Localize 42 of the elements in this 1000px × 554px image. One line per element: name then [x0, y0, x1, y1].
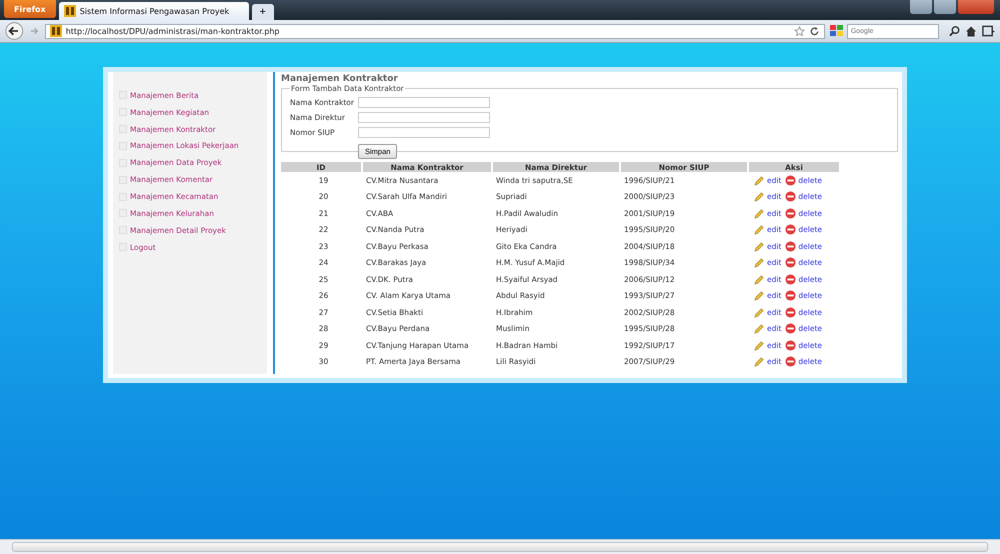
pencil-icon [754, 224, 765, 236]
delete-icon [785, 224, 796, 236]
forward-icon[interactable] [28, 25, 40, 37]
delete-icon [785, 323, 796, 334]
delete-icon [785, 191, 796, 202]
delete-icon [785, 306, 796, 318]
address-bar[interactable]: http://localhost/DPU/administrasi/man-kontraktor.php [44, 24, 825, 38]
delete-icon [785, 356, 796, 368]
pencil-icon [754, 323, 765, 334]
delete-icon [785, 257, 796, 268]
pencil-icon [754, 208, 765, 219]
pencil-icon [754, 240, 765, 252]
pencil-icon [754, 274, 765, 285]
input-field[interactable] [358, 127, 490, 138]
browser-tab[interactable]: Sistem Informasi Pengawasan Proyek [58, 2, 249, 20]
input-field[interactable] [358, 97, 490, 108]
page-title: Manajemen Kontraktor [281, 74, 399, 84]
input-field[interactable] [358, 112, 490, 123]
delete-icon [785, 274, 796, 285]
pencil-icon [754, 191, 765, 202]
delete-icon [785, 290, 796, 302]
pencil-icon [754, 257, 765, 268]
search-icon[interactable] [948, 25, 960, 37]
pencil-icon [754, 356, 765, 368]
reload-icon[interactable] [808, 26, 820, 36]
search-engine-icon [830, 25, 844, 37]
star-icon[interactable] [794, 26, 805, 36]
home-icon[interactable] [964, 24, 978, 38]
pencil-icon [754, 340, 765, 351]
pencil-icon [754, 306, 765, 318]
toolbar-icon[interactable] [982, 25, 996, 37]
horizontal-scrollbar[interactable] [0, 539, 1000, 554]
delete-icon [785, 208, 796, 219]
delete-icon [785, 340, 796, 351]
pencil-icon [754, 174, 765, 186]
delete-icon [785, 240, 796, 252]
pencil-icon [754, 290, 765, 302]
new-tab-button[interactable]: + [252, 4, 274, 20]
delete-icon [785, 174, 796, 186]
site-icon [50, 25, 62, 37]
site-icon [64, 5, 76, 17]
back-icon[interactable] [5, 21, 24, 41]
